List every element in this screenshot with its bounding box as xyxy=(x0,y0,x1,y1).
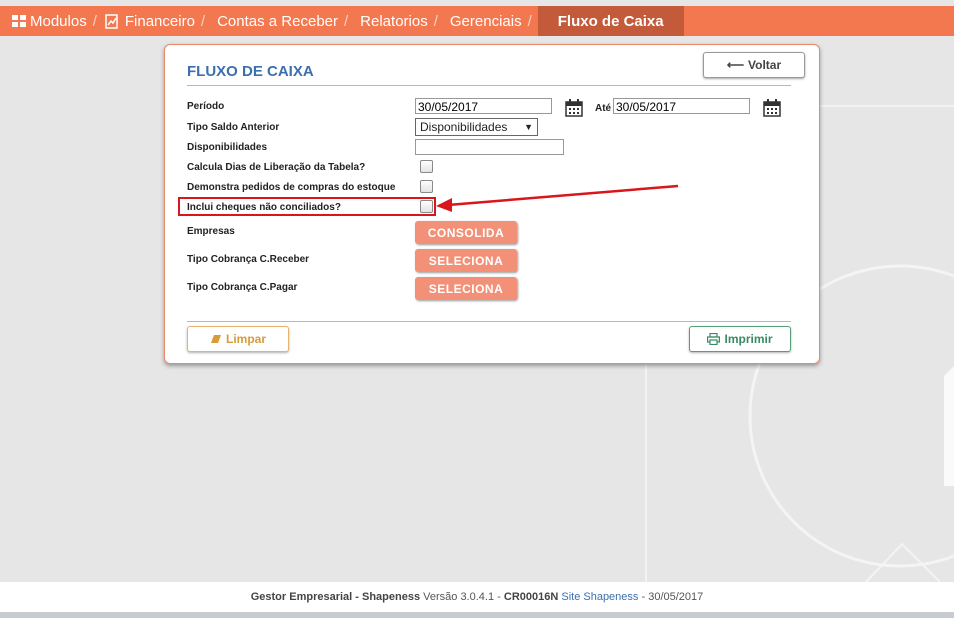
ate-label: Até xyxy=(595,103,612,114)
footer-strip xyxy=(0,612,954,618)
calcula-dias-checkbox[interactable] xyxy=(420,160,433,173)
site-link[interactable]: Site Shapeness xyxy=(561,591,638,603)
nav-item-label: Modulos xyxy=(30,12,87,30)
calendar-icon[interactable] xyxy=(763,99,781,117)
nav-item-fluxo-caixa[interactable]: Fluxo de Caixa xyxy=(537,6,684,36)
periodo-end-input[interactable]: 30/05/2017 xyxy=(613,98,750,114)
seleciona-pagar-button[interactable]: SELECIONA xyxy=(415,277,517,300)
nav-item-gerenciais[interactable]: Gerenciais / xyxy=(440,6,534,36)
nav-item-label: Gerenciais xyxy=(449,12,522,30)
consolida-button[interactable]: CONSOLIDA xyxy=(415,221,517,244)
periodo-label: Período xyxy=(187,101,225,112)
print-button-label: Imprimir xyxy=(724,332,773,346)
footer-divider xyxy=(187,321,791,322)
periodo-start-input[interactable]: 30/05/2017 xyxy=(415,98,552,114)
nav-item-contas-receber[interactable]: Contas a Receber / xyxy=(207,6,350,36)
demonstra-pedidos-label: Demonstra pedidos de compras do estoque xyxy=(187,182,396,193)
nav-item-label: Relatorios xyxy=(360,12,428,30)
printer-icon xyxy=(707,333,721,345)
tipo-saldo-label: Tipo Saldo Anterior xyxy=(187,122,280,133)
calendar-icon[interactable] xyxy=(565,99,583,117)
breadcrumb-nav: Modulos / Financeiro / Contas a Receber … xyxy=(0,6,954,36)
footer-date: - 30/05/2017 xyxy=(641,591,704,603)
tipo-saldo-value: Disponibilidades xyxy=(420,120,508,134)
arrow-left-icon: ⟵ xyxy=(726,58,745,72)
empresas-label: Empresas xyxy=(187,226,235,237)
annotation-highlight-box xyxy=(178,197,436,216)
annotation-arrow xyxy=(436,184,679,212)
calcula-dias-label: Calcula Dias de Liberação da Tabela? xyxy=(187,162,366,173)
title-divider xyxy=(187,85,791,86)
finance-report-icon xyxy=(105,13,118,29)
tipo-saldo-select[interactable]: Disponibilidades ▼ xyxy=(415,118,538,136)
back-button-label: Voltar xyxy=(748,58,782,72)
nav-item-modulos[interactable]: Modulos / xyxy=(0,6,99,36)
disponibilidades-input[interactable] xyxy=(415,139,564,155)
nav-item-label: Financeiro xyxy=(124,12,195,30)
tipo-receber-label: Tipo Cobrança C.Receber xyxy=(187,254,310,265)
breadcrumb-separator: / xyxy=(527,12,532,30)
footer: Gestor Empresarial - Shapeness Versão 3.… xyxy=(0,582,954,612)
footer-code: CR00016N xyxy=(503,591,559,603)
eraser-icon xyxy=(210,335,221,343)
page-title: FLUXO DE CAIXA xyxy=(187,63,314,80)
dropdown-arrow-icon: ▼ xyxy=(524,122,533,132)
grid-icon xyxy=(12,15,26,27)
print-button[interactable]: Imprimir xyxy=(689,326,791,352)
nav-item-relatorios[interactable]: Relatorios / xyxy=(350,6,440,36)
disponibilidades-label: Disponibilidades xyxy=(187,142,268,153)
clear-button[interactable]: Limpar xyxy=(187,326,289,352)
footer-product: Gestor Empresarial - Shapeness xyxy=(250,591,421,603)
nav-item-label: Contas a Receber xyxy=(217,12,338,30)
back-button[interactable]: ⟵ Voltar xyxy=(703,52,805,78)
nav-item-financeiro[interactable]: Financeiro / xyxy=(99,6,207,36)
footer-version: Versão 3.0.4.1 - xyxy=(423,591,501,603)
clear-button-label: Limpar xyxy=(225,332,266,346)
seleciona-receber-button[interactable]: SELECIONA xyxy=(415,249,517,272)
tipo-pagar-label: Tipo Cobrança C.Pagar xyxy=(187,282,298,293)
